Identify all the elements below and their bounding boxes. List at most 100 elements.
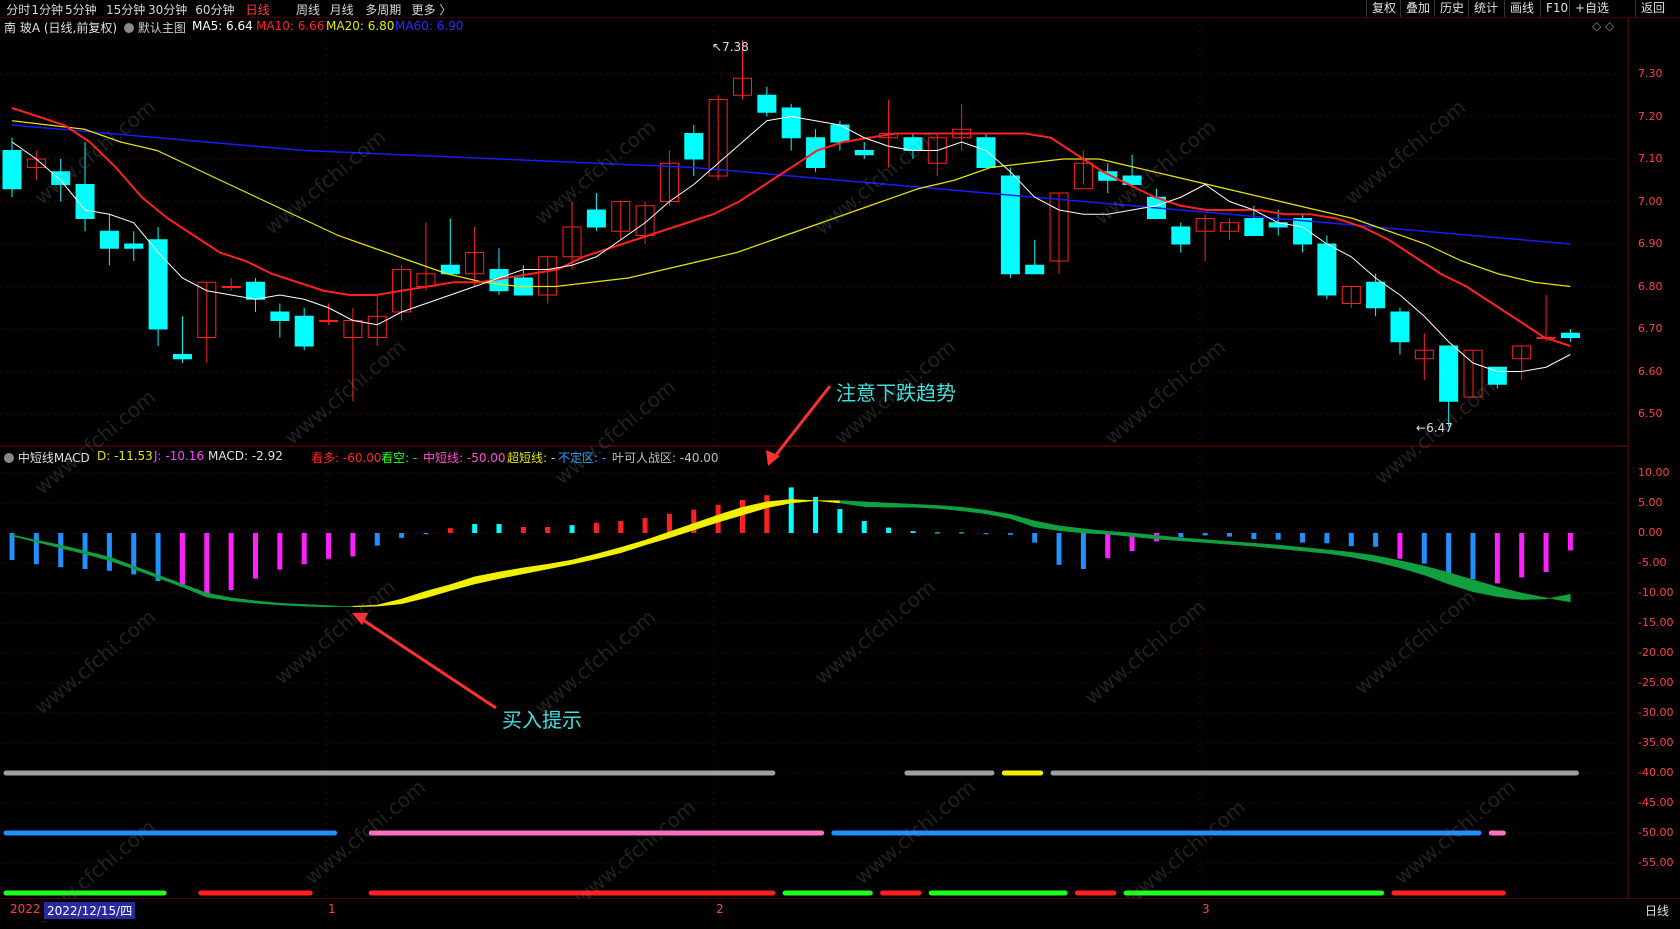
chevron-down-icon [4,453,14,463]
toolbar-button-0[interactable]: 复权 [1366,0,1401,17]
candle-down [124,243,144,249]
macd-histogram-bar [837,509,843,533]
macd-histogram-bar [545,527,551,533]
macd-ribbon-segment [60,544,86,555]
macd-histogram-bar [1056,533,1062,565]
toolbar-button-6[interactable]: +自选 [1569,0,1614,17]
candle-down [684,133,704,160]
toolbar-button-3[interactable]: 统计 [1468,0,1503,17]
toolbar-button-1[interactable]: 叠加 [1400,0,1435,17]
macd-ribbon-segment [1034,520,1060,531]
ma5-value: MA5: 6.64 [192,19,253,33]
kanduo-value: 看多: -60.00 [311,451,382,465]
macd-histogram-bar [910,531,916,533]
macd-ribbon-segment [1156,535,1182,542]
candle-down [1560,332,1580,338]
macd-ribbon-segment [157,574,183,588]
macd-ribbon-segment [523,563,548,575]
month-mark-1: 1 [328,902,336,916]
candle-down [246,281,265,300]
macd-histogram-bar [1421,533,1427,564]
period-tab-9[interactable]: 多周期 [365,1,401,18]
price-tick: 6.50 [1638,407,1663,420]
macd-ribbon-segment [11,534,37,543]
macd-ribbon-segment [1424,565,1449,585]
macd-histogram-bar [666,513,672,533]
high-price-mark: ↖7.38 [712,40,749,54]
macd-histogram-bar [1275,533,1281,540]
macd-ribbon-segment [815,500,841,504]
period-tab-4[interactable]: 30分钟 [148,1,187,18]
macd-tick: -20.00 [1638,646,1674,659]
macd-histogram-bar [9,533,15,560]
macd-histogram-bar [447,528,453,533]
period-tab-6[interactable]: 日线 [246,1,270,18]
toolbar-button-2[interactable]: 历史 [1434,0,1469,17]
period-tab-8[interactable]: 月线 [330,1,354,18]
macd-histogram-bar [788,487,794,533]
macd-histogram-bar [740,500,745,533]
period-tab-10[interactable]: 更多 〉 [412,1,452,18]
main-chart-label: 默认主图 [137,21,186,35]
macd-histogram-bar [1373,533,1379,547]
period-tab-7[interactable]: 周线 [296,1,320,18]
price-tick: 6.90 [1638,237,1663,250]
candle-down [781,107,801,139]
macd-histogram-bar [1397,533,1403,559]
toolbar-button-4[interactable]: 画线 [1504,0,1539,17]
macd-ribbon-segment [498,567,524,579]
macd-histogram-bar [1348,533,1354,547]
macd-histogram-bar [1080,533,1086,569]
price-tick: 6.60 [1638,364,1663,378]
date-axis-bar: 2022 2022/12/15/四 1 2 3 日线 [0,898,1680,921]
macd-histogram-bar [496,524,502,533]
year-label: 2022 [10,902,41,916]
buy-hint-annotation: 买入提示 [502,708,582,732]
candle-down [1366,281,1386,309]
month-mark-3: 3 [1202,902,1210,916]
macd-ribbon-segment [279,602,305,607]
macd-ribbon-segment [961,506,987,515]
macd-histogram-bar [1178,533,1184,538]
period-tab-2[interactable]: 5分钟 [65,1,97,18]
candle-down [294,315,314,347]
macd-histogram-bar [472,524,478,533]
macd-selector[interactable]: 中短线MACD [4,449,90,466]
macd-tick: -40.00 [1638,766,1674,779]
macd-histogram-bar [423,533,429,535]
macd-ribbon-segment [1131,532,1157,540]
candle-down [2,150,22,190]
toolbar-button-7[interactable]: 返回 [1635,0,1670,17]
macd-histogram-bar [1519,533,1525,578]
macd-ribbon-segment [644,531,670,546]
macd-ribbon-segment [377,598,402,607]
period-tab-3[interactable]: 15分钟 [106,1,145,18]
macd-ribbon-segment [474,571,500,585]
main-chart-selector[interactable]: 默认主图 [124,19,186,36]
period-tab-1[interactable]: 1分钟 [31,1,63,18]
chart-corner-icon[interactable]: ◇ ◇ [1592,19,1614,33]
macd-ribbon-segment [133,565,159,579]
macd-ribbon-segment [571,553,597,565]
macd-histogram-bar [593,522,599,533]
macd-ribbon-segment [839,500,865,507]
macd-ribbon-segment [1253,542,1279,549]
macd-histogram-bar [1007,533,1013,535]
macd-histogram-bar [1324,533,1330,544]
candle-down [903,137,923,151]
macd-histogram-bar [228,533,234,590]
macd-ribbon-segment [985,509,1011,519]
macd-histogram-bar [33,533,39,565]
macd-ribbon-segment [742,501,768,516]
macd-histogram-bar [861,521,867,533]
candle-down [1025,264,1045,275]
macd-histogram-bar [179,533,185,587]
period-tab-0[interactable]: 分时 [6,1,30,18]
macd-ribbon-segment [596,547,621,560]
macd-ribbon-segment [1229,541,1255,547]
macd-histogram-bar [374,533,380,546]
macd-ribbon-segment [1107,530,1133,537]
period-tab-5[interactable]: 60分钟 [195,1,234,18]
candle-down [586,209,606,228]
macd-histogram-bar [1543,533,1549,572]
